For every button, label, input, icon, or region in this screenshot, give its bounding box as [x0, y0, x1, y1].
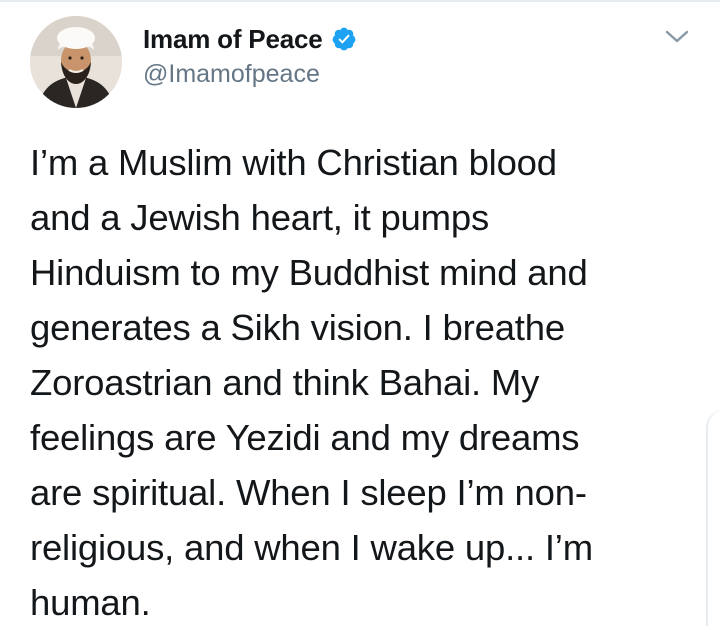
tweet-header: Imam of Peace @Imamofpeace: [0, 0, 720, 120]
scroll-edge: [706, 410, 720, 626]
name-row: Imam of Peace: [143, 22, 357, 56]
avatar[interactable]: [30, 16, 122, 108]
tweet-author: Imam of Peace @Imamofpeace: [143, 22, 357, 89]
author-display-name[interactable]: Imam of Peace: [143, 24, 323, 55]
tweet-text: I’m a Muslim with Christian blood and a …: [30, 142, 593, 623]
author-handle[interactable]: @Imamofpeace: [143, 60, 357, 89]
chevron-down-icon[interactable]: [664, 26, 690, 48]
verified-badge-icon: [331, 26, 357, 52]
